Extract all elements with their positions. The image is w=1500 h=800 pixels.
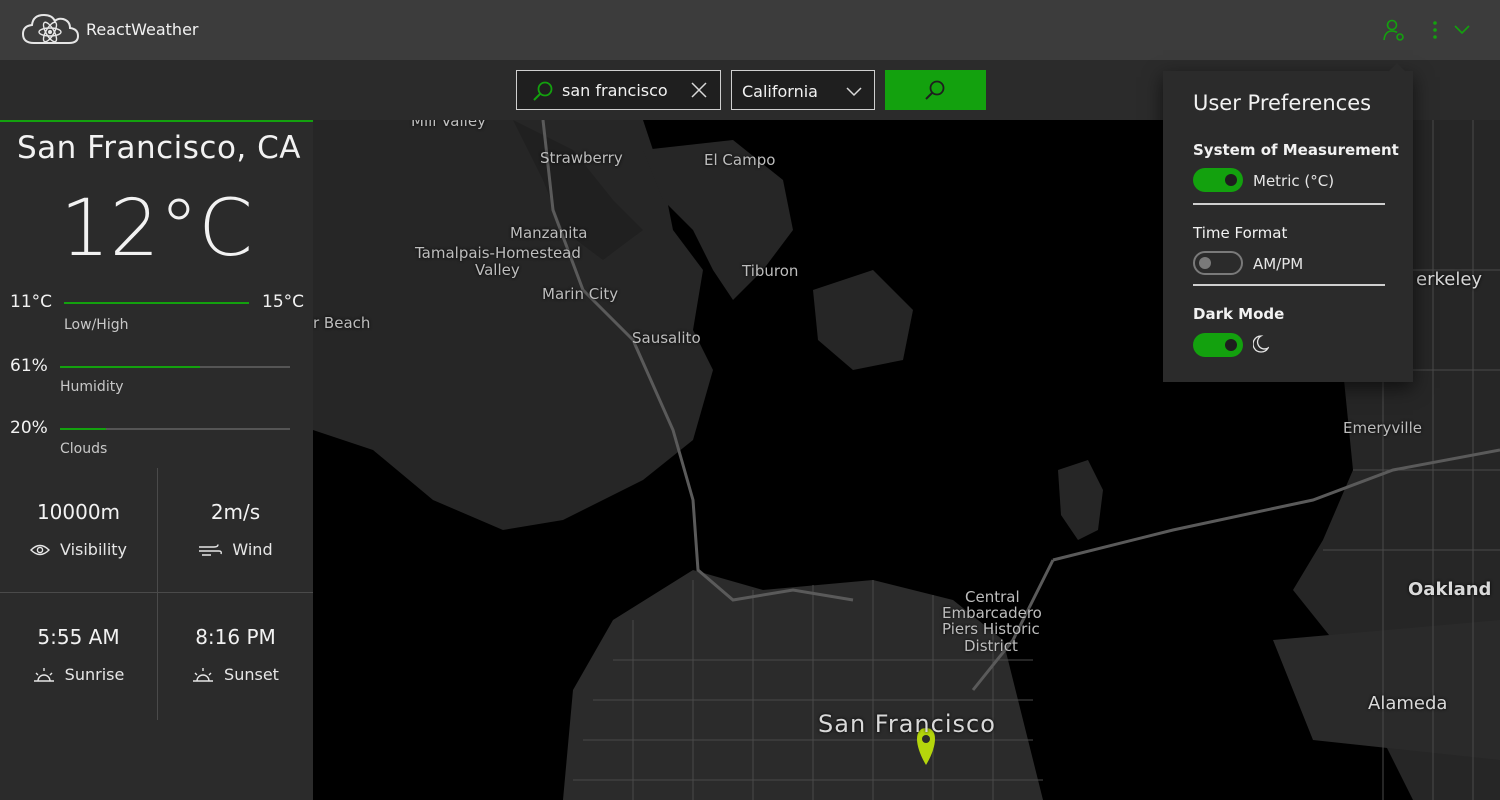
panel-accent-line (0, 120, 313, 122)
measurement-heading: System of Measurement (1193, 141, 1399, 159)
map-label: Valley (475, 261, 520, 279)
low-temperature: 11°C (10, 292, 53, 312)
high-temperature: 15°C (262, 292, 305, 312)
dark-mode-heading: Dark Mode (1193, 305, 1285, 323)
visibility-caption: Visibility (29, 540, 128, 559)
map-label: Piers Historic (942, 620, 1040, 638)
map-label: Oakland (1408, 579, 1492, 600)
sunset-caption: Sunset (192, 665, 279, 684)
low-high-label: Low/High (64, 317, 129, 333)
map-label: Alameda (1368, 693, 1448, 714)
map-label: erkeley (1416, 269, 1483, 290)
title-bar: ReactWeather (0, 0, 1500, 60)
humidity-value: 61% (10, 356, 48, 376)
preferences-divider (1193, 284, 1385, 286)
sunrise-value: 5:55 AM (37, 625, 120, 649)
preferences-title: User Preferences (1193, 91, 1372, 115)
low-high-bar (64, 302, 249, 304)
location-title: San Francisco, CA (16, 130, 301, 166)
map-label: Emeryville (1343, 419, 1422, 437)
chevron-down-icon (1454, 25, 1470, 35)
wind-value: 2m/s (210, 500, 261, 524)
wind-caption: Wind (198, 540, 273, 559)
sunrise-cell: 5:55 AM Sunrise (0, 625, 157, 688)
sunset-label: Sunset (224, 665, 279, 684)
map-label: Marin City (542, 285, 619, 303)
map-label: Tamalpais-Homestead (415, 244, 581, 262)
search-input[interactable]: san francisco (516, 70, 721, 110)
search-button[interactable] (885, 70, 986, 110)
map-label: Tiburon (742, 262, 799, 280)
clouds-label: Clouds (60, 441, 108, 457)
wind-icon (199, 543, 223, 556)
user-preferences-flyout: User Preferences System of Measurement M… (1163, 63, 1413, 382)
search-input-value: san francisco (562, 81, 668, 100)
sunset-value: 8:16 PM (195, 625, 276, 649)
sunset-icon (193, 667, 214, 682)
expand-button[interactable] (1452, 18, 1472, 42)
clouds-bar-fill (60, 428, 106, 430)
measurement-toggle[interactable] (1193, 168, 1243, 192)
sunrise-icon (33, 667, 54, 682)
state-select[interactable]: California (731, 70, 875, 110)
react-cloud-logo (21, 13, 80, 44)
search-icon (533, 81, 553, 101)
measurement-value: Metric (°C) (1253, 172, 1335, 190)
humidity-label: Humidity (60, 379, 124, 395)
current-temperature: 12°C (60, 184, 253, 274)
flyout-caret (1388, 63, 1406, 72)
more-button[interactable] (1428, 18, 1442, 42)
dark-mode-toggle[interactable] (1193, 333, 1243, 357)
visibility-label: Visibility (59, 540, 128, 559)
time-format-toggle[interactable] (1193, 251, 1243, 275)
grid-divider (0, 592, 313, 593)
map-label: Strawberry (540, 149, 623, 167)
chevron-down-icon (846, 87, 862, 97)
visibility-value: 10000m (36, 500, 121, 524)
wind-cell: 2m/s Wind (157, 500, 314, 561)
app-title: ReactWeather (86, 20, 199, 39)
map-label: Manzanita (510, 224, 588, 242)
close-icon[interactable] (690, 81, 708, 99)
map-label: District (964, 637, 1018, 655)
map-label: Sausalito (632, 329, 701, 347)
weather-panel: San Francisco, CA 12°C 11°C 15°C Low/Hig… (0, 120, 313, 800)
map-label: r Beach (313, 314, 371, 332)
visibility-cell: 10000m Visibility (0, 500, 157, 560)
user-settings-button[interactable] (1382, 18, 1406, 42)
humidity-bar (60, 366, 290, 368)
sunrise-caption: Sunrise (33, 665, 125, 684)
moon-icon (1253, 335, 1269, 353)
map-label: San Francisco (818, 710, 996, 738)
map-label: Mill Valley (411, 120, 486, 130)
more-icon (1433, 21, 1437, 39)
toggle-knob (1225, 339, 1237, 351)
toggle-knob (1199, 257, 1211, 269)
sunrise-label: Sunrise (64, 665, 125, 684)
search-icon (925, 80, 945, 100)
state-select-value: California (742, 82, 818, 101)
user-settings-icon (1383, 19, 1404, 41)
wind-label: Wind (232, 540, 273, 559)
map-label: El Campo (704, 151, 776, 169)
time-format-value: AM/PM (1253, 255, 1304, 273)
sunset-cell: 8:16 PM Sunset (157, 625, 314, 688)
clouds-bar (60, 428, 290, 430)
time-format-heading: Time Format (1193, 224, 1288, 242)
toggle-knob (1225, 174, 1237, 186)
clouds-value: 20% (10, 418, 48, 438)
eye-icon (29, 544, 50, 555)
preferences-divider (1193, 203, 1385, 205)
humidity-bar-fill (60, 366, 201, 368)
